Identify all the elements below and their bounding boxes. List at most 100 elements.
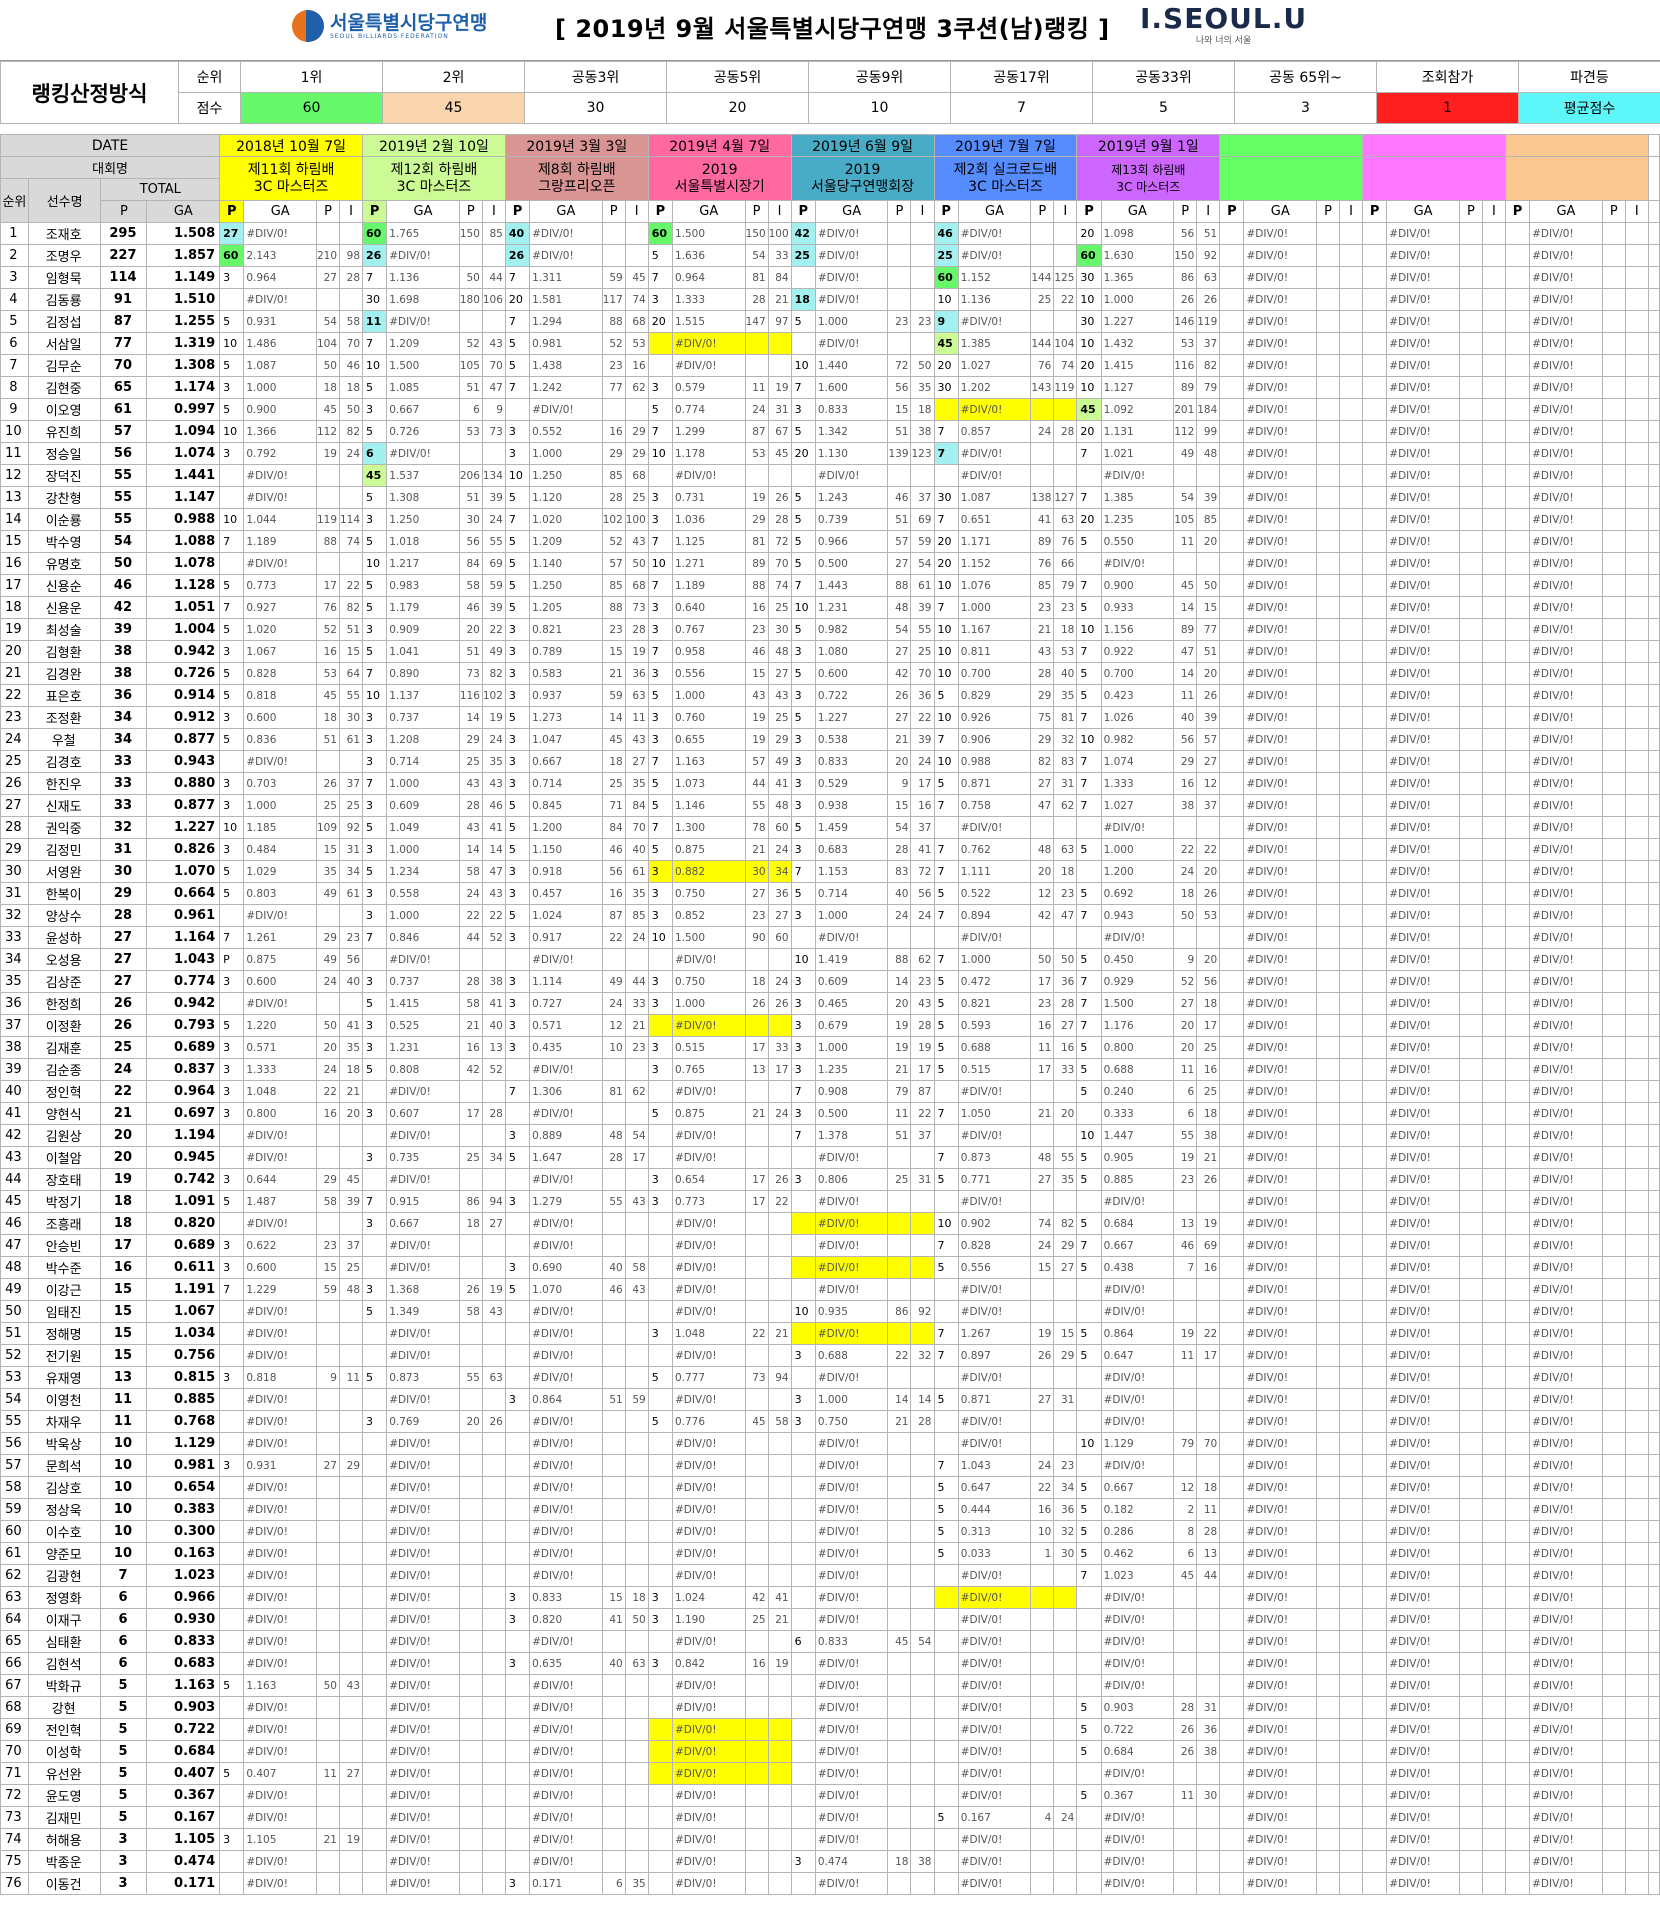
entry-ga: #DIV/0!	[1243, 1278, 1318, 1301]
entry-points	[1219, 640, 1245, 663]
entry-ga: 0.727	[529, 992, 603, 1015]
entry-innings	[338, 1542, 364, 1565]
entry-points	[362, 1432, 388, 1455]
entry-innings	[1624, 1388, 1649, 1411]
entry-ga: 0.811	[957, 640, 1032, 663]
entry-points: 20	[1076, 420, 1102, 443]
entry-points	[1219, 1872, 1245, 1895]
entry-innings	[767, 1630, 792, 1653]
player-rank: 66	[0, 1652, 29, 1675]
entry-innings	[910, 1652, 935, 1675]
entry-ga: 0.703	[243, 772, 317, 795]
entry-score	[1601, 530, 1626, 553]
player-total-ga: 0.697	[146, 1102, 221, 1125]
entry-ga: #DIV/0!	[1529, 1058, 1603, 1081]
entry-innings	[1339, 926, 1364, 949]
entry-score	[1458, 1762, 1483, 1785]
entry-ga: #DIV/0!	[814, 1696, 889, 1719]
entry-score: 77	[601, 376, 626, 399]
entry-innings: 82	[481, 662, 506, 685]
entry-ga: #DIV/0!	[1243, 1322, 1318, 1345]
entry-ga: 1.000	[386, 838, 460, 861]
entry-score: 9	[1173, 948, 1198, 971]
entry-innings	[624, 1762, 649, 1785]
entry-innings: 25	[1196, 1080, 1221, 1103]
entry-innings	[1053, 1652, 1078, 1675]
entry-score	[1601, 1520, 1626, 1543]
entry-innings: 50	[624, 552, 649, 575]
entry-points	[1504, 706, 1531, 729]
entry-score	[744, 1344, 769, 1367]
entry-innings	[1339, 1696, 1364, 1719]
entry-ga: 1.250	[529, 464, 603, 487]
entry-score	[1316, 1388, 1341, 1411]
entry-points: 10	[219, 816, 245, 839]
entry-score	[1601, 1212, 1626, 1235]
entry-ga: 0.966	[814, 530, 889, 553]
entry-ga: #DIV/0!	[1243, 508, 1318, 531]
entry-ga: #DIV/0!	[386, 1454, 460, 1477]
entry-ga: #DIV/0!	[1529, 288, 1603, 311]
entry-ga: 0.600	[243, 970, 317, 993]
player-rank: 73	[0, 1806, 29, 1829]
entry-points: 10	[362, 354, 388, 377]
entry-points: 5	[933, 1476, 959, 1499]
entry-innings	[1053, 1740, 1078, 1763]
entry-ga: 0.607	[386, 1102, 460, 1125]
entry-innings	[1339, 816, 1364, 839]
player-name: 서삼일	[27, 332, 102, 355]
entry-innings: 18	[1053, 618, 1078, 641]
spacer-cell	[1647, 794, 1660, 817]
entry-points	[1504, 1014, 1531, 1037]
entry-innings: 30	[338, 706, 364, 729]
entry-innings	[767, 1806, 792, 1829]
entry-innings: 17	[910, 1058, 935, 1081]
entry-points	[362, 1344, 388, 1367]
entry-score	[887, 1454, 912, 1477]
player-total-points: 27	[100, 926, 148, 949]
entry-points: 5	[219, 1674, 245, 1697]
entry-ga: #DIV/0!	[386, 1784, 460, 1807]
entry-points	[1219, 1366, 1245, 1389]
entry-points	[1219, 1454, 1245, 1477]
table-row: 66 김현석 6 0.683 #DIV/0! #DIV/0! 3 0.635 40 63 3 0.84…	[0, 1652, 1660, 1675]
entry-innings: 21	[338, 1080, 364, 1103]
entry-points: 10	[933, 662, 959, 685]
entry-ga: #DIV/0!	[957, 1850, 1032, 1873]
entry-score: 143	[1030, 376, 1055, 399]
entry-innings	[1481, 948, 1506, 971]
player-total-ga: 0.726	[146, 662, 221, 685]
entry-innings: 22	[481, 904, 506, 927]
entry-score	[1316, 1036, 1341, 1059]
entry-score	[458, 1080, 483, 1103]
entry-innings	[1053, 1608, 1078, 1631]
entry-score	[1173, 1388, 1198, 1411]
entry-ga: 1.235	[814, 1058, 889, 1081]
entry-ga: #DIV/0!	[1529, 970, 1603, 993]
entry-innings	[1339, 1542, 1364, 1565]
player-total-points: 61	[100, 398, 148, 421]
entry-ga: #DIV/0!	[671, 1718, 746, 1741]
tournament-name-4: 2019 서울특별시장기	[647, 156, 792, 201]
entry-ga: #DIV/0!	[1529, 222, 1603, 245]
entry-points: 20	[933, 354, 959, 377]
player-name: 최성술	[27, 618, 102, 641]
entry-ga: #DIV/0!	[1386, 1410, 1460, 1433]
table-row: 1 조재호 295 1.508 27 #DIV/0! 60 1.765 150 85 40 #DIV/…	[0, 222, 1660, 245]
entry-score: 78	[744, 816, 769, 839]
entry-ga: #DIV/0!	[1100, 1366, 1175, 1389]
player-rank: 10	[0, 420, 29, 443]
entry-innings	[767, 354, 792, 377]
entry-ga: #DIV/0!	[386, 1652, 460, 1675]
entry-points: 5	[1076, 1036, 1102, 1059]
entry-ga: #DIV/0!	[1529, 1212, 1603, 1235]
entry-innings	[624, 1520, 649, 1543]
entry-points: 5	[1076, 1476, 1102, 1499]
entry-innings: 43	[624, 1278, 649, 1301]
player-name: 이강근	[27, 1278, 102, 1301]
entry-score	[1458, 266, 1483, 289]
entry-points	[1362, 1652, 1388, 1675]
spacer-cell	[1647, 310, 1660, 333]
player-total-ga: 1.105	[146, 1828, 221, 1851]
entry-ga: #DIV/0!	[386, 1674, 460, 1697]
